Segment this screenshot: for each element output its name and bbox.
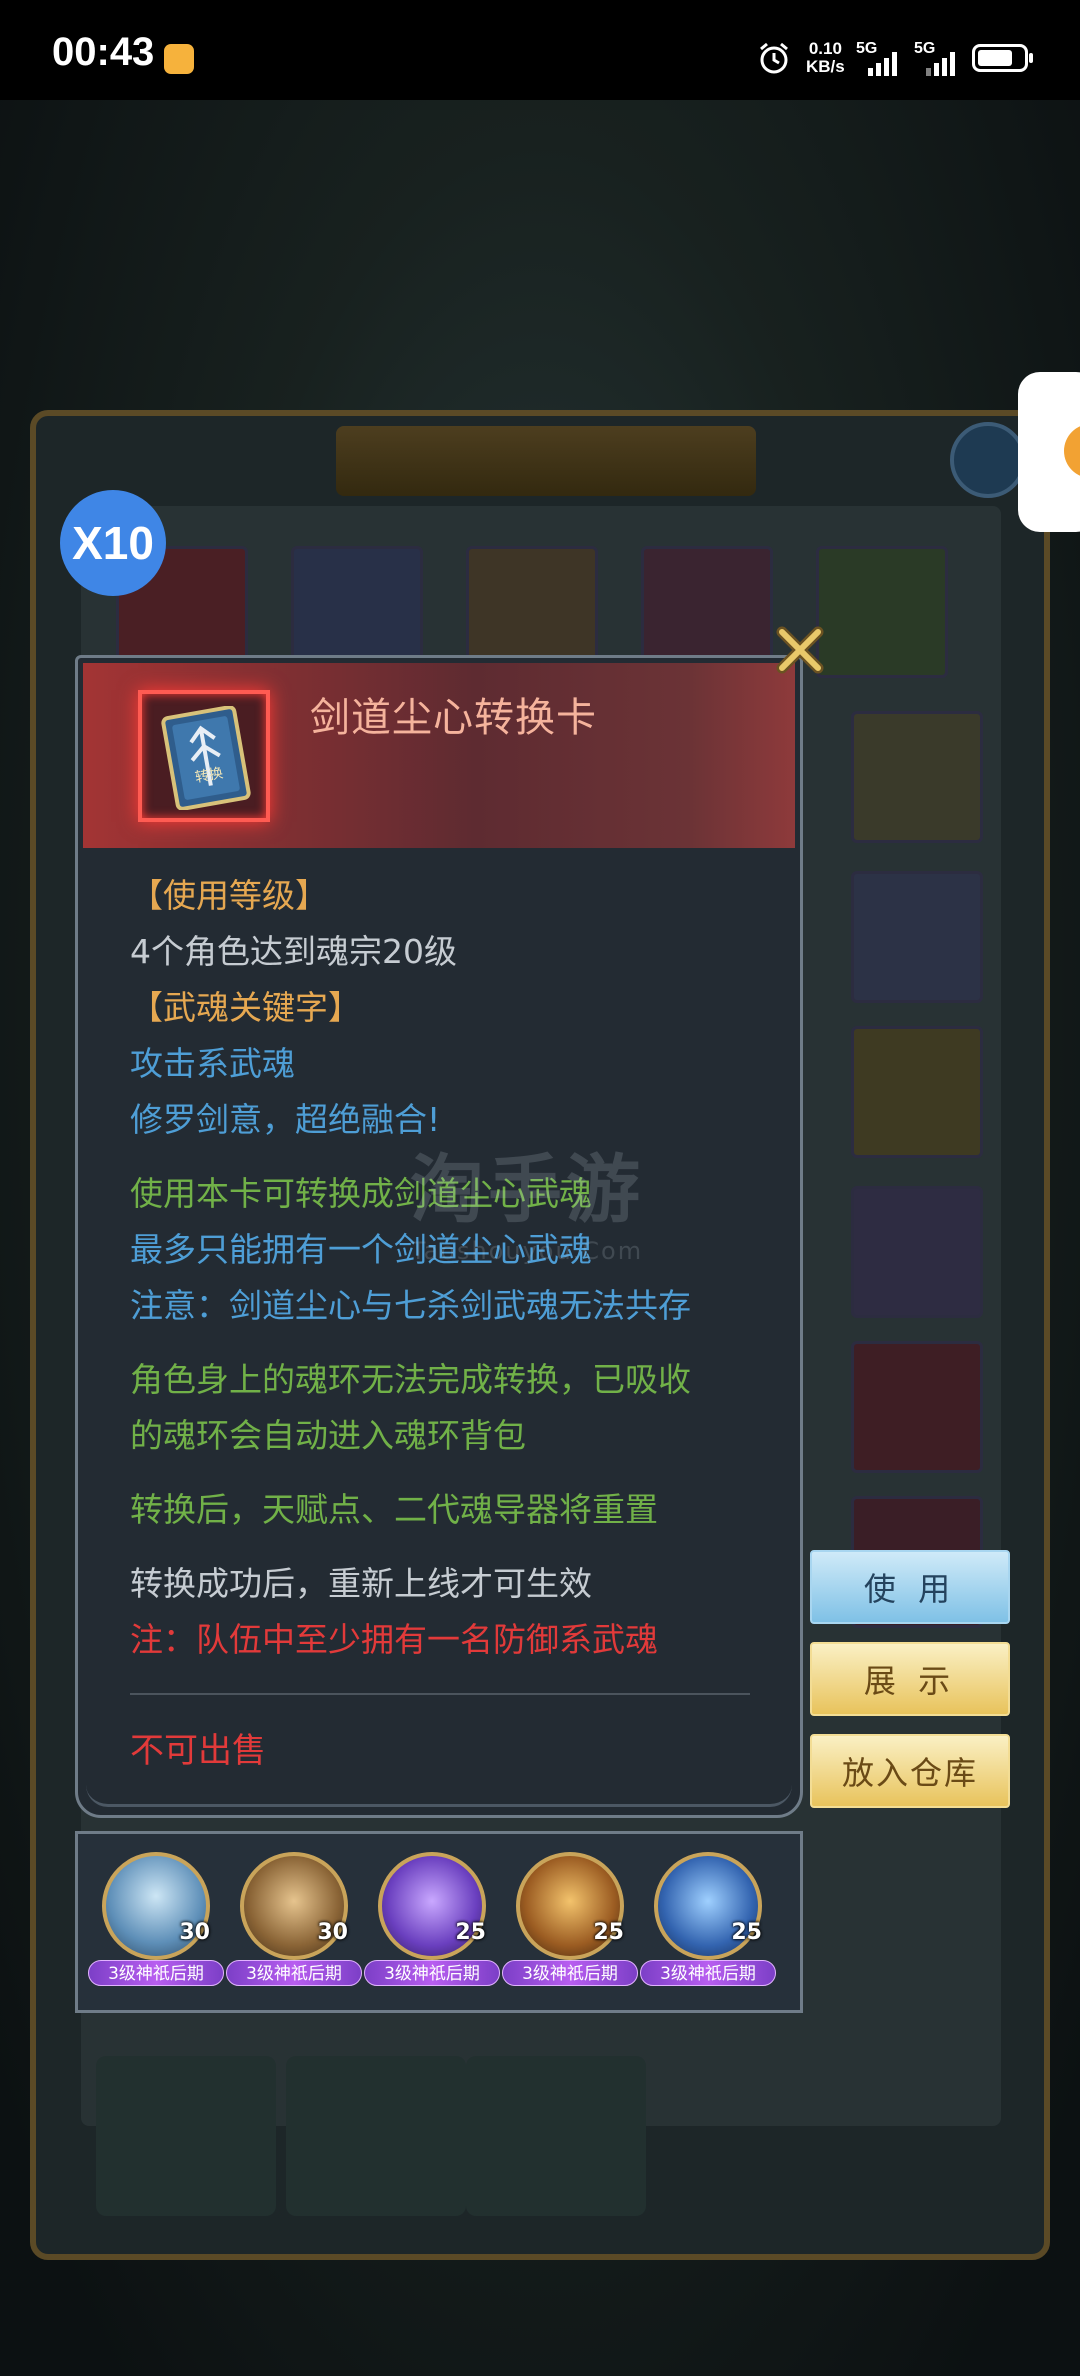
bag-tab[interactable] (286, 2056, 466, 2216)
not-sellable-label: 不可出售 (130, 1731, 266, 1771)
character-slot[interactable]: 30 3级神祇后期 (226, 1852, 362, 2002)
use-level-text: 4个角色达到魂宗20级 (130, 932, 457, 971)
bag-slot[interactable] (851, 1026, 983, 1158)
conversion-card-icon: 转换 (161, 706, 251, 810)
bag-slot[interactable] (816, 546, 948, 678)
alarm-icon (760, 42, 788, 74)
character-slot[interactable]: 25 3级神祇后期 (364, 1852, 500, 2002)
watermark-cn: 淘手游 (410, 1147, 644, 1233)
watermark-en: Taoshouyou.Com (410, 1237, 644, 1265)
network-speed-unit: KB/s (806, 57, 845, 76)
signal-1-icon: 5G (856, 40, 914, 76)
soul-ring-note: 的魂环会自动进入魂环背包 (130, 1416, 526, 1455)
clock: 00:43 (52, 30, 155, 74)
battery-icon (972, 44, 1033, 72)
character-level: 30 (317, 1920, 348, 1945)
effect-line: 注意：剑道尘心与七杀剑武魂无法共存 (130, 1286, 691, 1325)
character-tier-tag: 3级神祇后期 (502, 1960, 638, 1986)
status-bar: 00:43 0.10 KB/s 5G 5G (0, 0, 1080, 100)
keyword-line: 攻击系武魂 (130, 1044, 295, 1083)
soul-ring-note: 角色身上的魂环无法完成转换，已吸收 (130, 1360, 691, 1399)
bag-slot[interactable] (851, 1341, 983, 1473)
character-slot[interactable]: 25 3级神祇后期 (640, 1852, 776, 2002)
character-tier-tag: 3级神祇后期 (226, 1960, 362, 1986)
use-button[interactable]: 使 用 (810, 1550, 1010, 1624)
item-name: 剑道尘心转换卡 (310, 695, 597, 741)
character-slot[interactable]: 25 3级神祇后期 (502, 1852, 638, 2002)
show-button[interactable]: 展 示 (810, 1642, 1010, 1716)
bag-tab[interactable] (96, 2056, 276, 2216)
character-slot[interactable]: 30 3级神祇后期 (88, 1852, 224, 2002)
assistant-icon (1064, 424, 1080, 478)
character-tier-tag: 3级神祇后期 (364, 1960, 500, 1986)
character-level: 25 (455, 1920, 486, 1945)
character-tier-tag: 3级神祇后期 (88, 1960, 224, 1986)
relogin-note: 转换成功后，重新上线才可生效 (130, 1564, 592, 1603)
bag-slot[interactable] (851, 1186, 983, 1318)
character-level: 25 (731, 1920, 762, 1945)
network-speed: 0.10 KB/s (806, 40, 845, 76)
multiplier-badge[interactable]: X10 (60, 490, 166, 596)
store-to-warehouse-button[interactable]: 放入仓库 (810, 1734, 1010, 1808)
close-icon[interactable] (772, 622, 828, 678)
use-level-heading: 【使用等级】 (130, 876, 328, 915)
bag-slot[interactable] (851, 871, 983, 1003)
app-notification-icon (164, 44, 194, 74)
bag-title (336, 426, 756, 496)
signal-2-icon: 5G (914, 40, 972, 76)
floating-assistant-button[interactable] (1018, 372, 1080, 532)
item-header: 转换 剑道尘心转换卡 (83, 663, 795, 848)
watermark: 淘手游 Taoshouyou.Com (410, 1130, 644, 1265)
item-icon: 转换 (138, 690, 270, 822)
bag-tab[interactable] (466, 2056, 646, 2216)
network-speed-value: 0.10 (808, 39, 842, 58)
character-strip: 30 3级神祇后期 30 3级神祇后期 25 3级神祇后期 25 3级神祇后期 … (75, 1831, 803, 2013)
character-tier-tag: 3级神祇后期 (640, 1960, 776, 1986)
divider (130, 1693, 750, 1695)
reset-note: 转换后，天赋点、二代魂导器将重置 (130, 1490, 658, 1529)
bag-close-icon[interactable] (950, 422, 1026, 498)
character-level: 25 (593, 1920, 624, 1945)
item-description: 【使用等级】 4个角色达到魂宗20级 【武魂关键字】 攻击系武魂 修罗剑意，超绝… (130, 868, 770, 1668)
keyword-heading: 【武魂关键字】 (130, 988, 361, 1027)
bag-slot[interactable] (851, 711, 983, 843)
character-level: 30 (179, 1920, 210, 1945)
team-requirement-note: 注：队伍中至少拥有一名防御系武魂 (130, 1620, 658, 1659)
